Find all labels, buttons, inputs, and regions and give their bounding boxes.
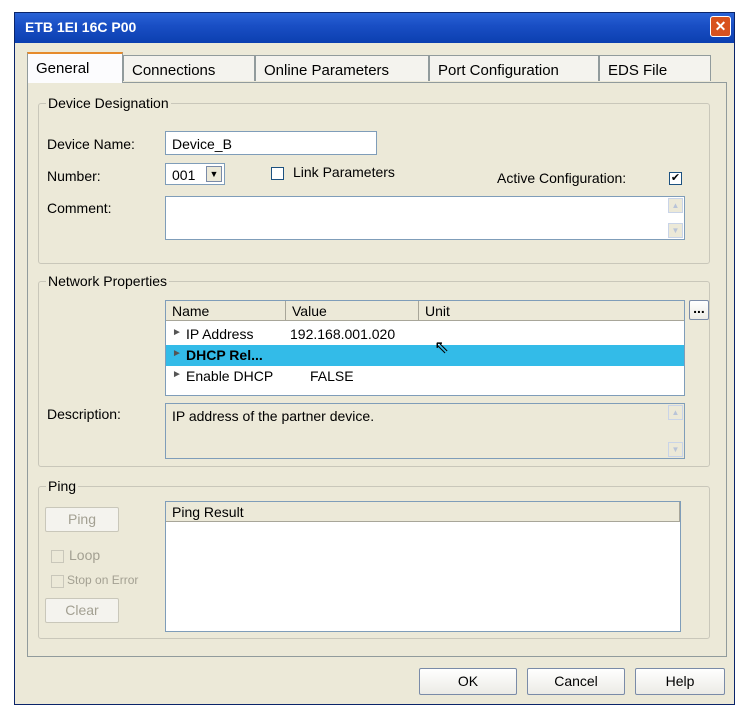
scroll-up-icon[interactable]: ▲ (668, 198, 683, 213)
column-header-value[interactable]: Value (286, 301, 419, 321)
row-name: IP Address (186, 326, 254, 342)
ping-group: Ping Ping Loop Stop on Error Clear Ping … (38, 478, 710, 639)
tab-label: Port Configuration (438, 62, 559, 79)
row-expand-icon: ► (172, 348, 182, 359)
group-legend: Ping (46, 478, 79, 494)
tab-label: Online Parameters (264, 62, 390, 79)
close-icon: ✕ (714, 18, 727, 34)
active-configuration-label: Active Configuration: (497, 170, 627, 186)
link-parameters-label: Link Parameters (293, 164, 395, 180)
row-name: Enable DHCP (186, 368, 274, 384)
tab-online-parameters[interactable]: Online Parameters (255, 55, 429, 81)
table-row-selected[interactable]: ► DHCP Rel... (166, 345, 684, 366)
title-bar[interactable]: ETB 1EI 16C P00 ✕ (15, 13, 734, 43)
loop-checkbox[interactable] (51, 550, 64, 563)
close-button[interactable]: ✕ (710, 16, 731, 37)
stop-on-error-label: Stop on Error (67, 573, 139, 587)
row-expand-icon: ► (172, 327, 182, 338)
tab-connections[interactable]: Connections (123, 55, 255, 81)
mouse-cursor-icon: ⇖ (434, 337, 450, 357)
table-row[interactable]: ► IP Address 192.168.001.020 (166, 324, 684, 345)
ellipsis-button[interactable]: ... (689, 300, 709, 320)
properties-table: Name Value Unit ► IP Address 192.168.001… (165, 300, 685, 396)
number-value: 001 (172, 167, 196, 183)
comment-label: Comment: (47, 200, 112, 216)
tab-label: Connections (132, 62, 216, 79)
scroll-down-icon[interactable]: ▼ (668, 442, 683, 457)
column-header-name[interactable]: Name (166, 301, 286, 321)
chevron-down-icon[interactable]: ▼ (206, 166, 222, 182)
description-field: IP address of the partner device. ▲ ▼ (165, 403, 685, 459)
tab-port-configuration[interactable]: Port Configuration (429, 55, 599, 81)
link-parameters-checkbox[interactable] (271, 167, 284, 180)
column-header-unit[interactable]: Unit (419, 301, 684, 321)
ok-button[interactable]: OK (419, 668, 517, 695)
description-scrollbar[interactable]: ▲ ▼ (667, 404, 684, 458)
group-legend: Device Designation (46, 95, 171, 111)
tab-panel-general: Device Designation Device Name: Device_B… (27, 82, 727, 657)
dialog-window: ETB 1EI 16C P00 ✕ General Connections On… (14, 12, 735, 705)
tab-eds-file[interactable]: EDS File (599, 55, 711, 81)
device-name-label: Device Name: (47, 136, 135, 152)
number-select[interactable]: 001 ▼ (165, 163, 225, 185)
comment-field[interactable]: ▲ ▼ (165, 196, 685, 240)
help-button[interactable]: Help (635, 668, 725, 695)
active-configuration-checkbox[interactable]: ✔ (669, 172, 682, 185)
ping-result-list[interactable]: Ping Result (165, 501, 681, 632)
group-legend: Network Properties (46, 273, 170, 289)
loop-label: Loop (69, 547, 101, 563)
description-label: Description: (47, 406, 121, 422)
row-expand-icon: ► (172, 369, 182, 380)
scroll-up-icon[interactable]: ▲ (668, 405, 683, 420)
tab-general[interactable]: General (27, 52, 123, 83)
device-designation-group: Device Designation Device Name: Device_B… (38, 95, 710, 264)
row-value: 192.168.001.020 (290, 326, 396, 342)
tab-label: General (36, 60, 90, 77)
clear-button[interactable]: Clear (45, 598, 119, 623)
table-row[interactable]: ► Enable DHCP FALSE (166, 366, 684, 387)
window-title: ETB 1EI 16C P00 (25, 19, 137, 35)
tab-label: EDS File (608, 62, 668, 79)
ping-button[interactable]: Ping (45, 507, 119, 532)
ping-result-header[interactable]: Ping Result (166, 502, 680, 522)
scroll-down-icon[interactable]: ▼ (668, 223, 683, 238)
row-name: DHCP Rel... (186, 347, 263, 363)
stop-on-error-checkbox[interactable] (51, 575, 64, 588)
device-name-field[interactable]: Device_B (165, 131, 377, 155)
network-properties-group: Network Properties Name Value Unit ► IP … (38, 273, 710, 467)
cancel-button[interactable]: Cancel (527, 668, 625, 695)
row-value: FALSE (310, 368, 354, 384)
number-label: Number: (47, 168, 101, 184)
comment-scrollbar[interactable]: ▲ ▼ (667, 197, 684, 239)
